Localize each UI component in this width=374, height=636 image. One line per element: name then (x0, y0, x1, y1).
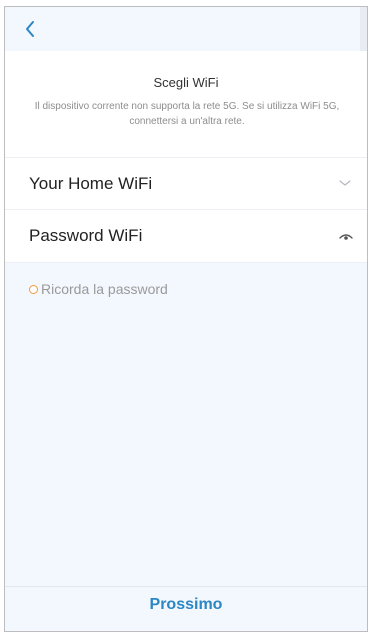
password-field[interactable]: Password WiFi (5, 209, 367, 263)
page-title: Scegli WiFi (153, 75, 219, 90)
eye-icon[interactable] (339, 231, 353, 241)
password-label: Password WiFi (29, 226, 143, 245)
chevron-down-icon[interactable] (339, 178, 351, 188)
top-bar (5, 7, 367, 52)
app-screen: Scegli WiFi Il dispositivo corrente non … (4, 6, 368, 632)
remember-label: Ricorda la password (41, 281, 168, 297)
next-button[interactable]: Prossimo (5, 596, 367, 614)
wifi-name: Your Home WiFi (29, 174, 153, 193)
page-description: Il dispositivo corrente non supporta la … (34, 101, 340, 127)
scroll-strip (360, 7, 367, 51)
radio-dot-icon (29, 284, 38, 294)
footer-divider (5, 586, 367, 587)
remember-password-checkbox[interactable]: Ricorda la password (29, 281, 168, 297)
wifi-select-row[interactable]: Your Home WiFi (5, 157, 367, 210)
back-icon[interactable] (21, 17, 41, 41)
